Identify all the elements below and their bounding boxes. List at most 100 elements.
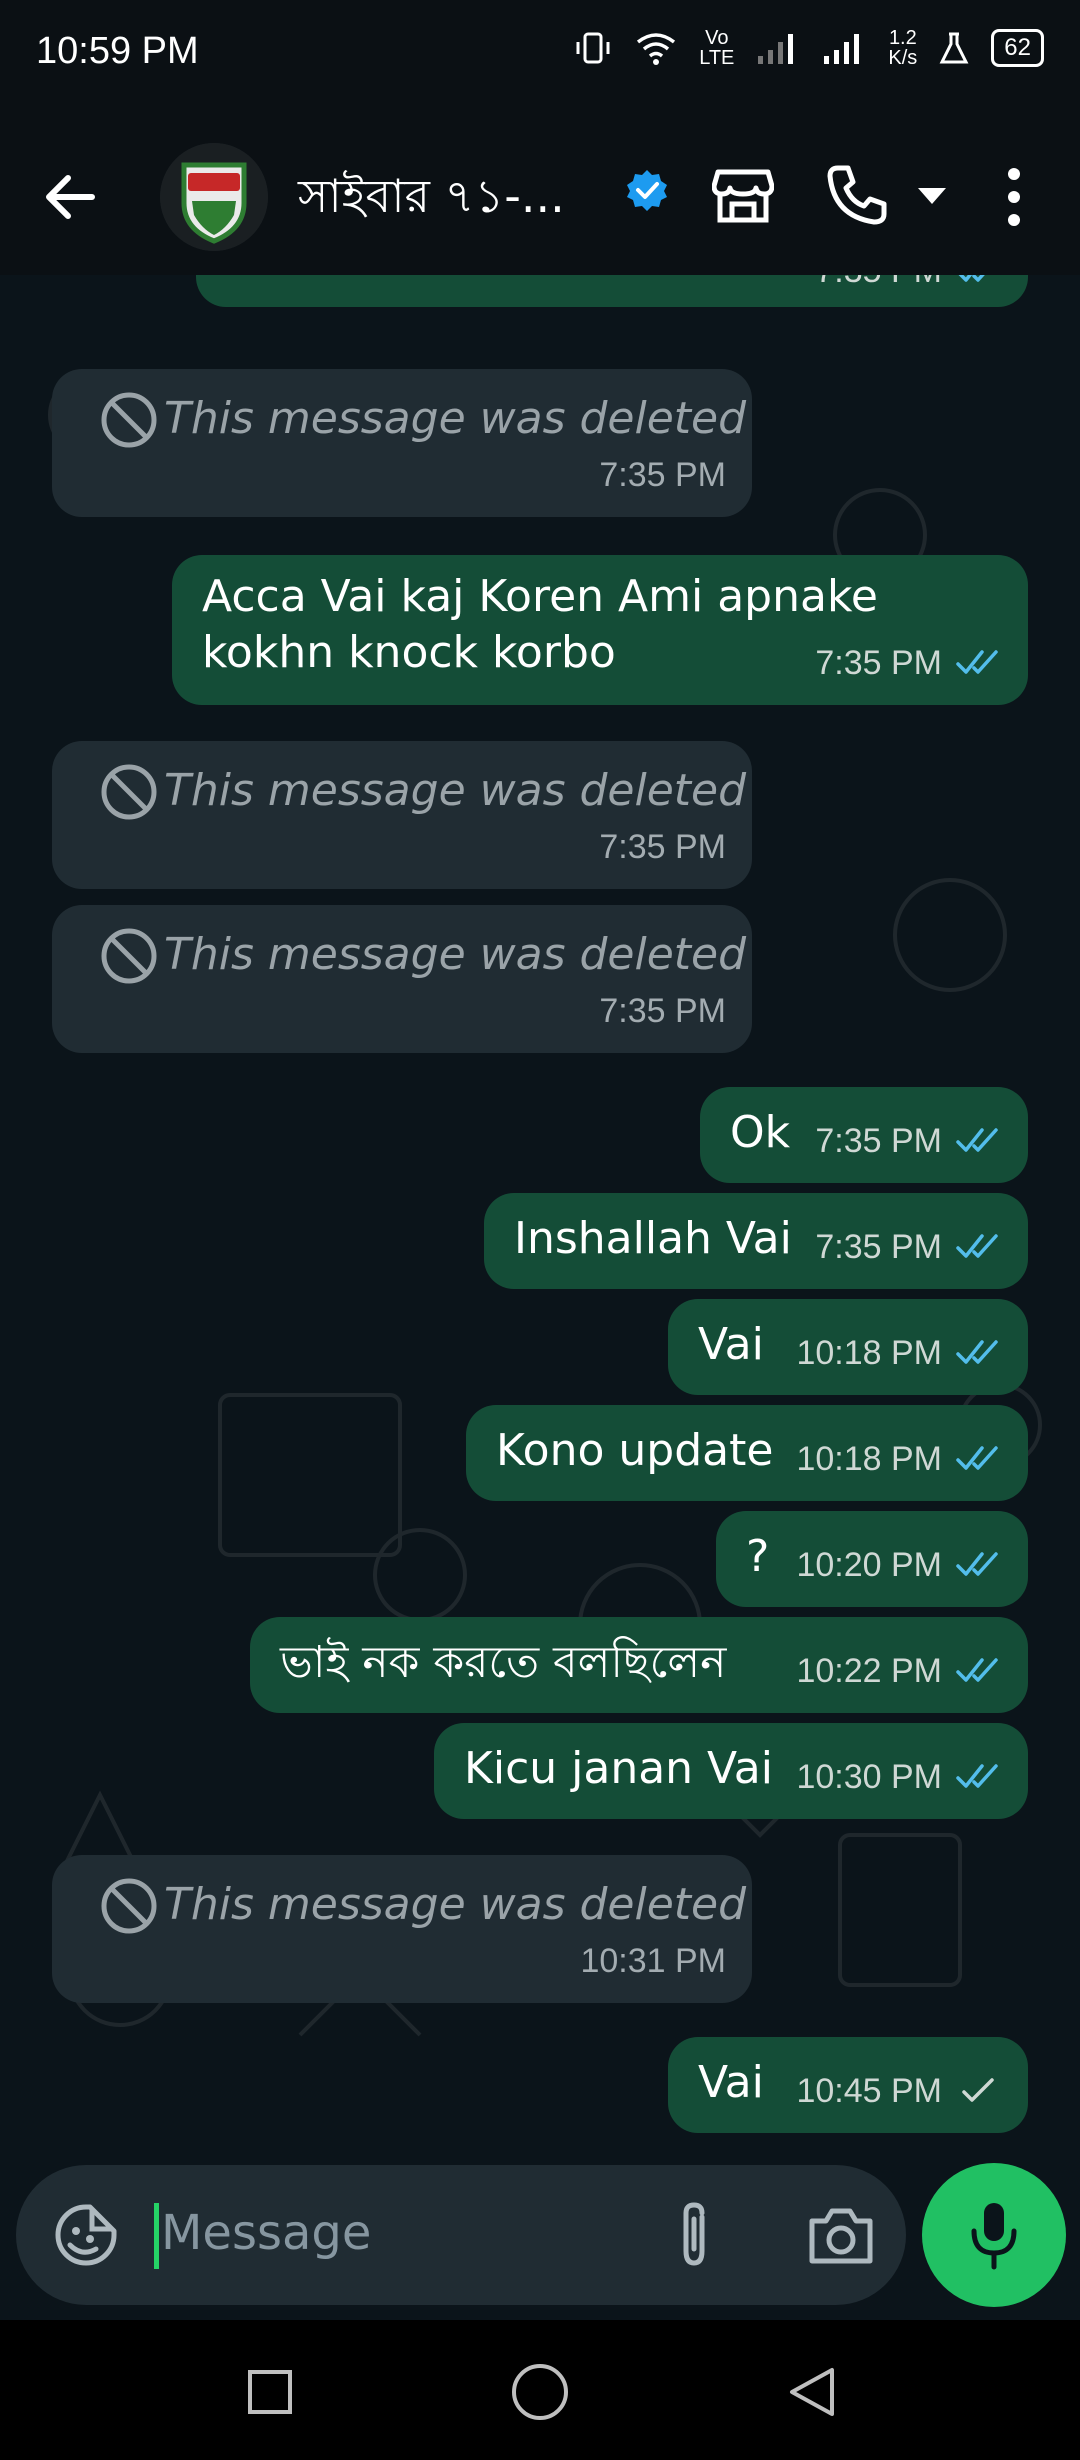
message-text-line: Acca Vai kaj Koren Ami apnake <box>202 571 878 622</box>
status-icons: Vo LTE 1.2 K/s 62 <box>573 28 1044 68</box>
message-time: 7:35 PM <box>815 275 942 299</box>
message-meta: 10:45 PM <box>796 2063 1002 2119</box>
battery-indicator: 62 <box>991 29 1044 67</box>
message-bubble-outgoing[interactable]: Acca Vai kaj Koren Ami apnake kokhn knoc… <box>172 555 1028 705</box>
message-time: 7:35 PM <box>599 828 726 866</box>
message-text: Inshallah Vai <box>514 1213 792 1264</box>
phone-icon[interactable] <box>824 162 890 228</box>
double-check-read-icon <box>956 1234 998 1258</box>
message-bubble-outgoing[interactable]: ভাই নক করতে বলছিলেন 10:22 PM <box>250 1617 1028 1713</box>
deleted-message-text: This message was deleted <box>164 765 747 816</box>
more-options-icon[interactable] <box>994 162 1034 232</box>
back-arrow-icon[interactable] <box>36 162 106 232</box>
message-meta: 10:22 PM <box>796 1643 1002 1699</box>
message-text: Ok <box>730 1107 791 1158</box>
message-time: 10:31 PM <box>580 1942 726 1980</box>
status-bar: 10:59 PM Vo LTE 1.2 K/s 62 <box>0 0 1080 110</box>
message-time: 10:18 PM <box>796 1440 942 1478</box>
message-text-line: kokhn knock korbo <box>202 627 616 678</box>
call-options-caret-icon[interactable] <box>916 186 948 206</box>
message-meta: 10:30 PM <box>796 1749 1002 1805</box>
speed-value: 1.2 <box>888 27 917 49</box>
home-button[interactable] <box>512 2364 568 2420</box>
message-time: 10:22 PM <box>796 1652 942 1690</box>
double-check-read-icon <box>956 1128 998 1152</box>
message-bubble-outgoing[interactable]: Vai 10:18 PM <box>668 1299 1028 1395</box>
message-bubble-deleted[interactable]: This message was deleted 7:35 PM <box>52 369 752 517</box>
chat-area[interactable]: 7:35 PM This message was deleted 7:35 PM… <box>0 275 1080 2155</box>
message-time: 7:35 PM <box>815 1122 942 1160</box>
message-time: 7:35 PM <box>599 992 726 1030</box>
message-bubble-outgoing[interactable]: Inshallah Vai 7:35 PM <box>484 1193 1028 1289</box>
deleted-message-text: This message was deleted <box>164 929 747 980</box>
double-check-read-icon <box>956 1552 998 1576</box>
double-check-read-icon <box>956 1658 998 1682</box>
shield-logo-icon <box>160 143 268 251</box>
volte-top: Vo <box>705 27 729 49</box>
message-meta: 7:35 PM <box>815 1113 1002 1169</box>
speed-unit: K/s <box>888 47 918 69</box>
deleted-block-icon <box>101 764 157 820</box>
message-meta: 7:35 PM <box>599 447 726 503</box>
message-bubble-deleted[interactable]: This message was deleted 7:35 PM <box>52 905 752 1053</box>
message-bubble-outgoing[interactable]: Kono update 10:18 PM <box>466 1405 1028 1501</box>
paperclip-icon[interactable] <box>664 2201 724 2271</box>
message-time: 7:35 PM <box>815 1228 942 1266</box>
message-text: Kicu janan Vai <box>464 1743 773 1794</box>
message-bubble-outgoing[interactable]: Kicu janan Vai 10:30 PM <box>434 1723 1028 1819</box>
system-nav-bar <box>0 2320 1080 2460</box>
message-text: Vai <box>698 1319 764 1370</box>
text-cursor <box>154 2203 159 2269</box>
message-text: ভাই নক করতে বলছিলেন <box>280 1637 727 1688</box>
message-bubble-deleted[interactable]: This message was deleted 7:35 PM <box>52 741 752 889</box>
deleted-block-icon <box>101 1878 157 1934</box>
storefront-icon[interactable] <box>712 164 774 226</box>
volte-bottom: LTE <box>699 47 735 69</box>
chat-header: সাইবার ৭১-... <box>0 110 1080 275</box>
message-text: ? <box>746 1531 770 1582</box>
status-time: 10:59 PM <box>36 30 199 72</box>
message-bubble-deleted[interactable]: This message was deleted 10:31 PM <box>52 1855 752 2003</box>
message-meta: 7:35 PM <box>815 275 1002 299</box>
signal-icon-1 <box>758 34 794 64</box>
message-bubble-outgoing[interactable]: Ok 7:35 PM <box>700 1087 1028 1183</box>
deleted-message-text: This message was deleted <box>164 393 747 444</box>
message-bubble-outgoing[interactable]: 7:35 PM <box>196 275 1028 307</box>
message-time: 10:18 PM <box>796 1334 942 1372</box>
sticker-emoji-icon[interactable] <box>52 2201 120 2269</box>
double-check-read-icon <box>958 275 985 282</box>
flask-icon <box>939 32 969 64</box>
recent-apps-button[interactable] <box>248 2370 292 2414</box>
message-bubble-outgoing[interactable]: Vai 10:45 PM <box>668 2037 1028 2133</box>
vibrate-icon <box>576 32 610 64</box>
volte-indicator: Vo LTE <box>699 28 734 68</box>
message-time: 10:20 PM <box>796 1546 942 1584</box>
message-composer: Message <box>0 2155 1080 2320</box>
nav-back-icon[interactable] <box>784 2364 840 2420</box>
message-text: Vai <box>698 2057 764 2108</box>
message-meta: 7:35 PM <box>599 819 726 875</box>
single-check-sent-icon <box>962 2078 994 2102</box>
message-meta: 10:20 PM <box>796 1537 1002 1593</box>
microphone-button[interactable] <box>922 2163 1066 2307</box>
message-time: 7:35 PM <box>599 456 726 494</box>
deleted-block-icon <box>101 928 157 984</box>
camera-icon[interactable] <box>806 2201 876 2271</box>
verified-badge-icon <box>627 170 667 211</box>
double-check-read-icon <box>956 1340 998 1364</box>
contact-name[interactable]: সাইবার ৭১-... <box>298 162 565 238</box>
deleted-block-icon <box>101 392 157 448</box>
message-bubble-outgoing[interactable]: ? 10:20 PM <box>716 1511 1028 1607</box>
signal-icon-2 <box>824 34 860 64</box>
message-input-container[interactable]: Message <box>16 2165 906 2305</box>
network-speed: 1.2 K/s <box>888 28 917 68</box>
contact-avatar[interactable] <box>160 143 268 251</box>
wifi-icon <box>637 33 676 65</box>
message-input[interactable]: Message <box>161 2205 371 2261</box>
microphone-icon <box>971 2203 1017 2270</box>
message-meta: 7:35 PM <box>815 635 1002 691</box>
double-check-read-icon <box>956 650 998 674</box>
deleted-message-text: This message was deleted <box>164 1879 747 1930</box>
message-time: 7:35 PM <box>815 644 942 682</box>
double-check-read-icon <box>956 1446 998 1470</box>
